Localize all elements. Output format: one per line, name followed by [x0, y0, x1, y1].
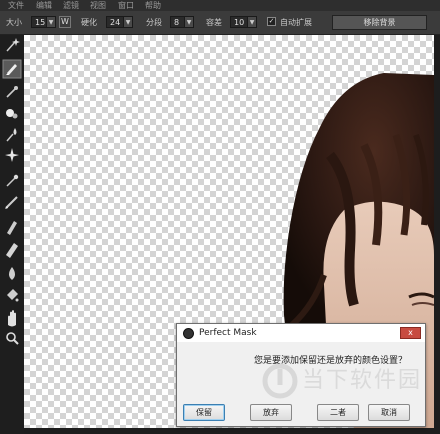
menu-edit[interactable]: 编辑 [36, 0, 52, 11]
pen-icon[interactable] [5, 196, 18, 209]
brush-keep-icon[interactable] [2, 59, 22, 79]
watermark-logo-icon [262, 363, 298, 399]
discard-button[interactable]: 放弃 [250, 404, 292, 421]
remove-background-button[interactable]: 移除背景 [332, 15, 427, 30]
gap-label: 容差 [206, 18, 222, 27]
chisel-icon[interactable] [7, 221, 17, 235]
menu-filter[interactable]: 滤镜 [63, 0, 79, 11]
menu-view[interactable]: 视图 [90, 0, 106, 11]
gap-dropdown[interactable]: ▼ [247, 16, 257, 28]
feather-dropdown[interactable]: ▼ [123, 16, 133, 28]
app-icon [183, 328, 194, 339]
dialog-titlebar: Perfect Mask x [177, 324, 425, 342]
size-field[interactable]: 15 [31, 16, 47, 28]
hand-icon[interactable] [8, 310, 16, 327]
magic-brush-icon[interactable] [6, 174, 19, 187]
eyedropper-icon[interactable] [6, 86, 18, 98]
size-dropdown[interactable]: ▼ [46, 16, 56, 28]
segments-label: 分段 [146, 18, 162, 27]
watermark: 当下软件园 [260, 361, 420, 401]
options-bar: 大小 15 ▼ W 硬化 24 ▼ 分段 8 ▼ 容差 10 ▼ ✓ 自动扩展 … [0, 11, 440, 35]
auto-expand-label: 自动扩展 [280, 18, 312, 27]
keep-button[interactable]: 保留 [183, 404, 225, 421]
segments-field[interactable]: 8 [170, 16, 185, 28]
size-label: 大小 [6, 18, 22, 27]
watermark-text: 当下软件园 [302, 368, 423, 393]
menu-bar: 文件 编辑 滤镜 视图 窗口 帮助 [0, 0, 440, 11]
feather-field[interactable]: 24 [106, 16, 124, 28]
dialog-close-button[interactable]: x [400, 327, 421, 339]
menu-file[interactable]: 文件 [8, 0, 24, 11]
segments-dropdown[interactable]: ▼ [184, 16, 194, 28]
magic-wand-icon[interactable] [6, 38, 20, 52]
auto-expand-checkbox[interactable]: ✓ [267, 17, 276, 26]
sparkle-icon[interactable] [5, 148, 19, 162]
dialog-title: Perfect Mask [199, 328, 257, 338]
feather-label: 硬化 [81, 18, 97, 27]
menu-window[interactable]: 窗口 [118, 0, 134, 11]
cancel-button[interactable]: 取消 [368, 404, 410, 421]
zoom-icon[interactable] [6, 332, 19, 345]
both-button[interactable]: 二者 [317, 404, 359, 421]
gap-field[interactable]: 10 [230, 16, 248, 28]
brush-remove-icon[interactable] [6, 109, 18, 119]
width-toggle-button[interactable]: W [59, 16, 71, 28]
blur-icon[interactable] [9, 267, 15, 280]
bucket-icon[interactable] [7, 289, 19, 302]
tool-panel [0, 35, 24, 434]
drop-icon[interactable] [6, 128, 17, 142]
menu-help[interactable]: 帮助 [145, 0, 161, 11]
eraser-icon[interactable] [6, 243, 18, 258]
